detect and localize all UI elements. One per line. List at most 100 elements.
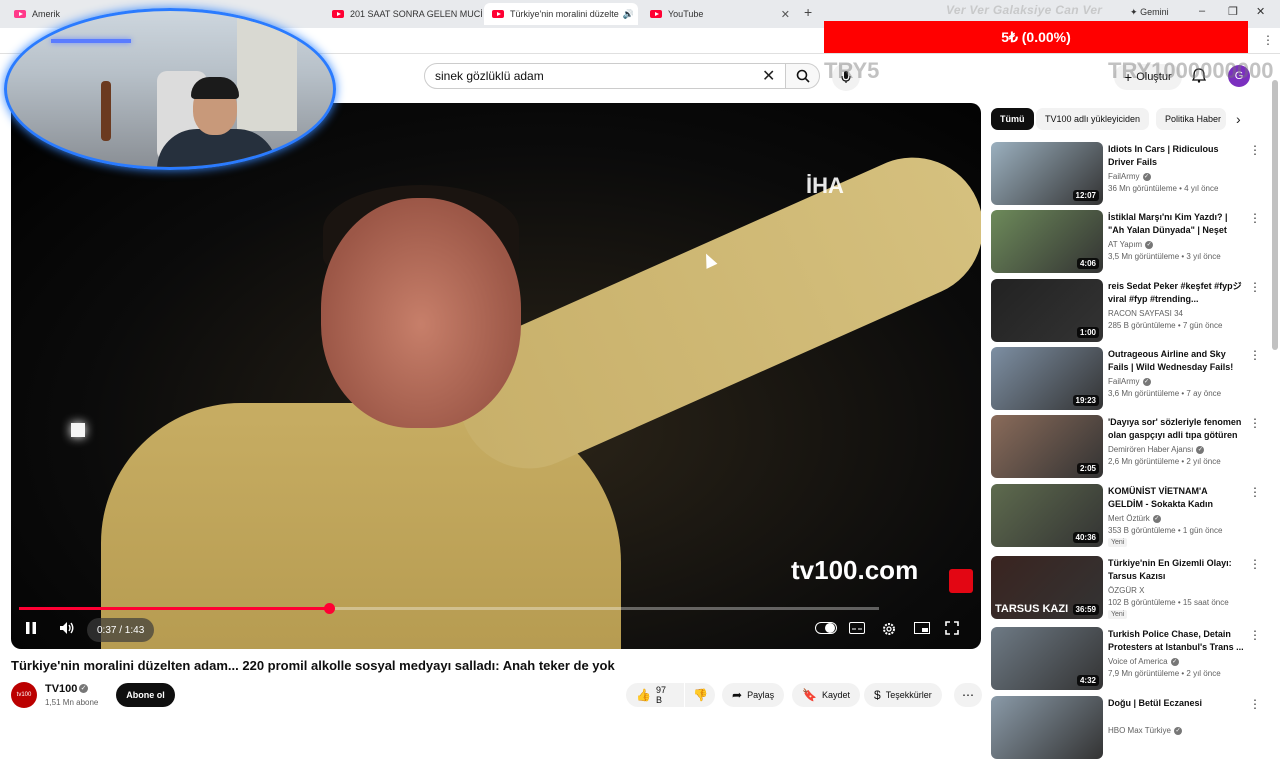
miniplayer-icon <box>914 622 930 634</box>
close-tab-icon[interactable]: ✕ <box>634 8 638 21</box>
more-vertical-icon[interactable]: ⋮ <box>1249 348 1261 362</box>
search-input[interactable]: sinek gözlüklü adam <box>424 63 786 89</box>
recommended-video-meta: 2,6 Mn görüntüleme • 2 yıl önce <box>1108 457 1221 466</box>
mute-button[interactable] <box>59 621 75 640</box>
like-button[interactable]: 👍 97 B <box>626 683 684 707</box>
close-window-button[interactable]: ✕ <box>1256 5 1265 18</box>
new-tab-button[interactable]: + <box>804 4 812 20</box>
browser-tab-active[interactable]: Türkiye'nin moralini düzelte 🔊 ✕ <box>484 3 638 25</box>
channel-avatar[interactable]: tv100 <box>11 682 37 708</box>
more-vertical-icon[interactable]: ⋮ <box>1249 557 1261 571</box>
search-button[interactable] <box>786 63 820 89</box>
close-tab-icon[interactable]: ✕ <box>775 8 790 21</box>
video-thumbnail[interactable]: 19:23 <box>991 347 1103 410</box>
recommended-video-title[interactable]: Turkish Police Chase, Detain Protesters … <box>1108 628 1244 654</box>
recommended-video-channel[interactable]: FailArmy ✓ <box>1108 377 1151 386</box>
recommended-video-channel[interactable]: Mert Öztürk ✓ <box>1108 514 1161 523</box>
subscribe-button[interactable]: Abone ol <box>116 683 175 707</box>
fullscreen-button[interactable] <box>945 621 959 640</box>
chip-politics-news[interactable]: Politika Haber <box>1156 108 1226 130</box>
recommended-video-channel[interactable]: AT Yapım ✓ <box>1108 240 1154 249</box>
channel-name-link[interactable]: TV100 <box>45 683 77 695</box>
minimize-button[interactable]: – <box>1199 5 1205 17</box>
thumbs-down-icon: 👎 <box>693 688 708 702</box>
progress-bar[interactable] <box>19 603 879 614</box>
browser-menu-icon[interactable]: ⋮ <box>1262 33 1274 47</box>
recommended-video-title[interactable]: Outrageous Airline and Sky Fails | Wild … <box>1108 348 1244 374</box>
save-button[interactable]: 🔖 Kaydet <box>792 683 860 707</box>
chip-all[interactable]: Tümü <box>991 108 1034 130</box>
recommended-video[interactable]: 2:05 'Dayıya sor' sözleriyle fenomen olan… <box>991 415 1261 479</box>
pause-icon <box>26 622 36 634</box>
maximize-button[interactable]: ❐ <box>1228 5 1238 18</box>
autoplay-toggle[interactable] <box>815 621 837 639</box>
recommended-video[interactable]: 40:36 KOMÜNİST VİETNAM'A GELDİM - Sokakta… <box>991 484 1261 548</box>
recommended-video-title[interactable]: Türkiye'nin En Gizemli Olayı: Tarsus Kaz… <box>1108 557 1244 583</box>
video-thumbnail[interactable]: 40:36 <box>991 484 1103 547</box>
video-frame-face <box>321 198 521 428</box>
more-vertical-icon[interactable]: ⋮ <box>1249 280 1261 294</box>
recommended-video-channel[interactable]: ÖZGÜR X <box>1108 586 1144 595</box>
video-thumbnail[interactable]: 2:05 <box>991 415 1103 478</box>
more-vertical-icon[interactable]: ⋮ <box>1249 628 1261 642</box>
clear-search-icon[interactable]: ✕ <box>762 66 775 86</box>
gemini-button[interactable]: ✦ Gemini <box>1130 7 1169 18</box>
recommended-video-channel[interactable]: Demirören Haber Ajansı ✓ <box>1108 445 1205 454</box>
video-thumbnail[interactable]: 4:32 <box>991 627 1103 690</box>
browser-tab[interactable]: 201 SAAT SONRA GELEN MUCİ ✕ <box>324 3 482 25</box>
gear-icon <box>883 623 895 635</box>
donation-goal-bar: 5₺ (0.00%) <box>824 21 1248 53</box>
channel-label: AT Yapım <box>1108 240 1143 249</box>
verified-check-icon: ✓ <box>1145 240 1154 249</box>
recommended-video-channel[interactable]: Voice of America ✓ <box>1108 657 1179 666</box>
audio-playing-icon[interactable]: 🔊 <box>623 9 634 20</box>
recommended-video-title[interactable]: reis Sedat Peker #keşfet #fypジ viral #fy… <box>1108 280 1244 306</box>
recommended-video[interactable]: 12:07 Idiots In Cars | Ridiculous Driver … <box>991 142 1261 206</box>
subtitles-button[interactable] <box>849 621 865 639</box>
share-button[interactable]: ➦ Paylaş <box>722 683 785 707</box>
recommended-video[interactable]: 1:00 reis Sedat Peker #keşfet #fypジ viral… <box>991 279 1261 343</box>
recommended-video[interactable]: TARSUS KAZI 36:59 Türkiye'nin En Gizemli O… <box>991 556 1261 620</box>
recommended-video-title[interactable]: KOMÜNİST VİETNAM'A GELDİM - Sokakta Kadı… <box>1108 485 1244 511</box>
miniplayer-button[interactable] <box>914 621 930 639</box>
tab-title: 201 SAAT SONRA GELEN MUCİ <box>350 9 482 19</box>
recommended-video[interactable]: 4:32 Turkish Police Chase, Detain Protest… <box>991 627 1261 691</box>
pause-button[interactable] <box>25 621 37 640</box>
recommended-video-channel[interactable]: FailArmy ✓ <box>1108 172 1151 181</box>
video-thumbnail[interactable]: TARSUS KAZI 36:59 <box>991 556 1103 619</box>
recommended-video[interactable]: 4:06 İstiklal Marşı'nı Kim Yazdı? | "Ah Y… <box>991 210 1261 274</box>
recommended-video[interactable]: Doğu | Betül Eczanesi HBO Max Türkiye ✓ ⋮ <box>991 696 1261 760</box>
chevron-right-icon[interactable]: › <box>1236 111 1241 127</box>
more-actions-button[interactable]: ⋯ <box>954 683 982 707</box>
video-thumbnail[interactable]: 1:00 <box>991 279 1103 342</box>
video-duration: 4:32 <box>1076 675 1099 686</box>
thanks-button[interactable]: $ Teşekkürler <box>864 683 942 707</box>
recommended-video-title[interactable]: 'Dayıya sor' sözleriyle fenomen olan gas… <box>1108 416 1244 442</box>
recommended-video-channel[interactable]: HBO Max Türkiye ✓ <box>1108 726 1182 735</box>
video-thumbnail[interactable]: 12:07 <box>991 142 1103 205</box>
recommended-video-title[interactable]: Idiots In Cars | Ridiculous Driver Fails <box>1108 143 1244 169</box>
more-vertical-icon[interactable]: ⋮ <box>1249 485 1261 499</box>
scrubber-handle[interactable] <box>323 603 335 614</box>
scrollbar[interactable] <box>1272 80 1278 350</box>
more-vertical-icon[interactable]: ⋮ <box>1249 697 1261 711</box>
more-vertical-icon[interactable]: ⋮ <box>1249 211 1261 225</box>
recommended-video-channel[interactable]: RACON SAYFASI 34 <box>1108 309 1183 318</box>
more-vertical-icon[interactable]: ⋮ <box>1249 416 1261 430</box>
recommended-video[interactable]: 19:23 Outrageous Airline and Sky Fails | … <box>991 347 1261 411</box>
video-player[interactable]: İHA tv100.com 0:37 / 1:43 <box>11 103 981 649</box>
gemini-label: Gemini <box>1140 7 1169 17</box>
video-thumbnail[interactable]: 4:06 <box>991 210 1103 273</box>
chip-from-uploader[interactable]: TV100 adlı yükleyiciden <box>1036 108 1150 130</box>
donation-goal-value: 5₺ (0.00%) <box>1001 28 1071 45</box>
tv100-watermark-logo: tv100.com <box>791 555 918 586</box>
more-vertical-icon[interactable]: ⋮ <box>1249 143 1261 157</box>
recommended-video-title[interactable]: İstiklal Marşı'nı Kim Yazdı? | "Ah Yalan… <box>1108 211 1244 237</box>
donation-goal-title: Ver Ver Galaksiye Can Ver <box>946 3 1103 17</box>
browser-tab[interactable]: YouTube ✕ <box>642 3 798 25</box>
dislike-button[interactable]: 👎 <box>685 683 715 707</box>
time-display: 0:37 / 1:43 <box>87 618 155 642</box>
settings-button[interactable] <box>881 621 897 642</box>
video-thumbnail[interactable] <box>991 696 1103 759</box>
recommended-video-title[interactable]: Doğu | Betül Eczanesi <box>1108 697 1244 710</box>
